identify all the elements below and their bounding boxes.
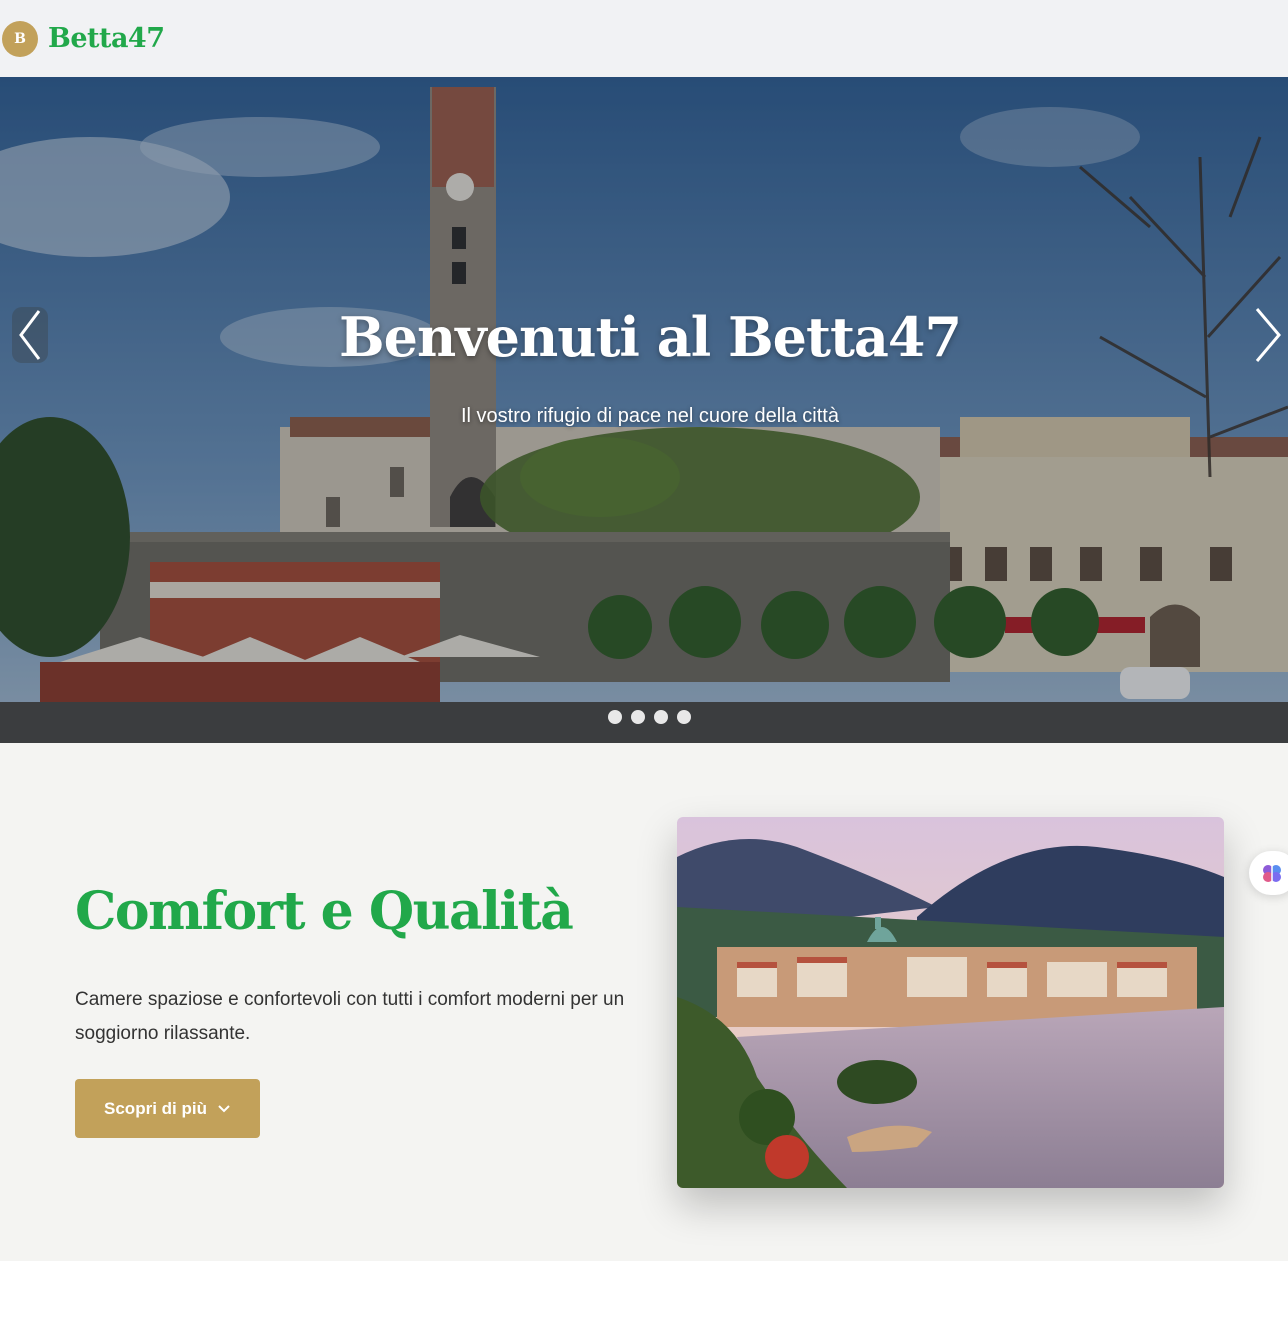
hero-title: Benvenuti al Betta47 (338, 305, 962, 369)
discover-more-button[interactable]: Scopri di più (75, 1079, 260, 1138)
hero-subtitle: Il vostro rifugio di pace nel cuore dell… (461, 405, 839, 427)
carousel-indicators (608, 710, 691, 724)
carousel-dot[interactable] (631, 710, 645, 724)
brand-name[interactable]: Betta47 (48, 23, 165, 54)
carousel-dot[interactable] (654, 710, 668, 724)
brain-icon (1263, 865, 1281, 882)
carousel-next-button[interactable] (1248, 307, 1288, 363)
section-title: Comfort e Qualità (75, 881, 574, 942)
chevron-left-icon (19, 310, 41, 360)
carousel-prev-button[interactable] (12, 307, 48, 363)
lake-photo (677, 817, 1224, 1188)
assistant-button[interactable] (1249, 851, 1288, 895)
next-section (0, 1261, 1288, 1327)
discover-more-label: Scopri di più (104, 1098, 207, 1118)
comfort-section: Comfort e Qualità Camere spaziose e conf… (0, 743, 1288, 1261)
hero-carousel: Benvenuti al Betta47 Il vostro rifugio d… (0, 77, 1288, 743)
logo-badge[interactable]: B (2, 20, 38, 57)
carousel-dot[interactable] (608, 710, 622, 724)
section-description: Camere spaziose e confortevoli con tutti… (75, 989, 625, 1044)
carousel-dot[interactable] (677, 710, 691, 724)
chevron-down-icon (218, 1104, 230, 1112)
chevron-right-icon (1255, 308, 1281, 362)
site-header: B Betta47 (0, 0, 1288, 77)
